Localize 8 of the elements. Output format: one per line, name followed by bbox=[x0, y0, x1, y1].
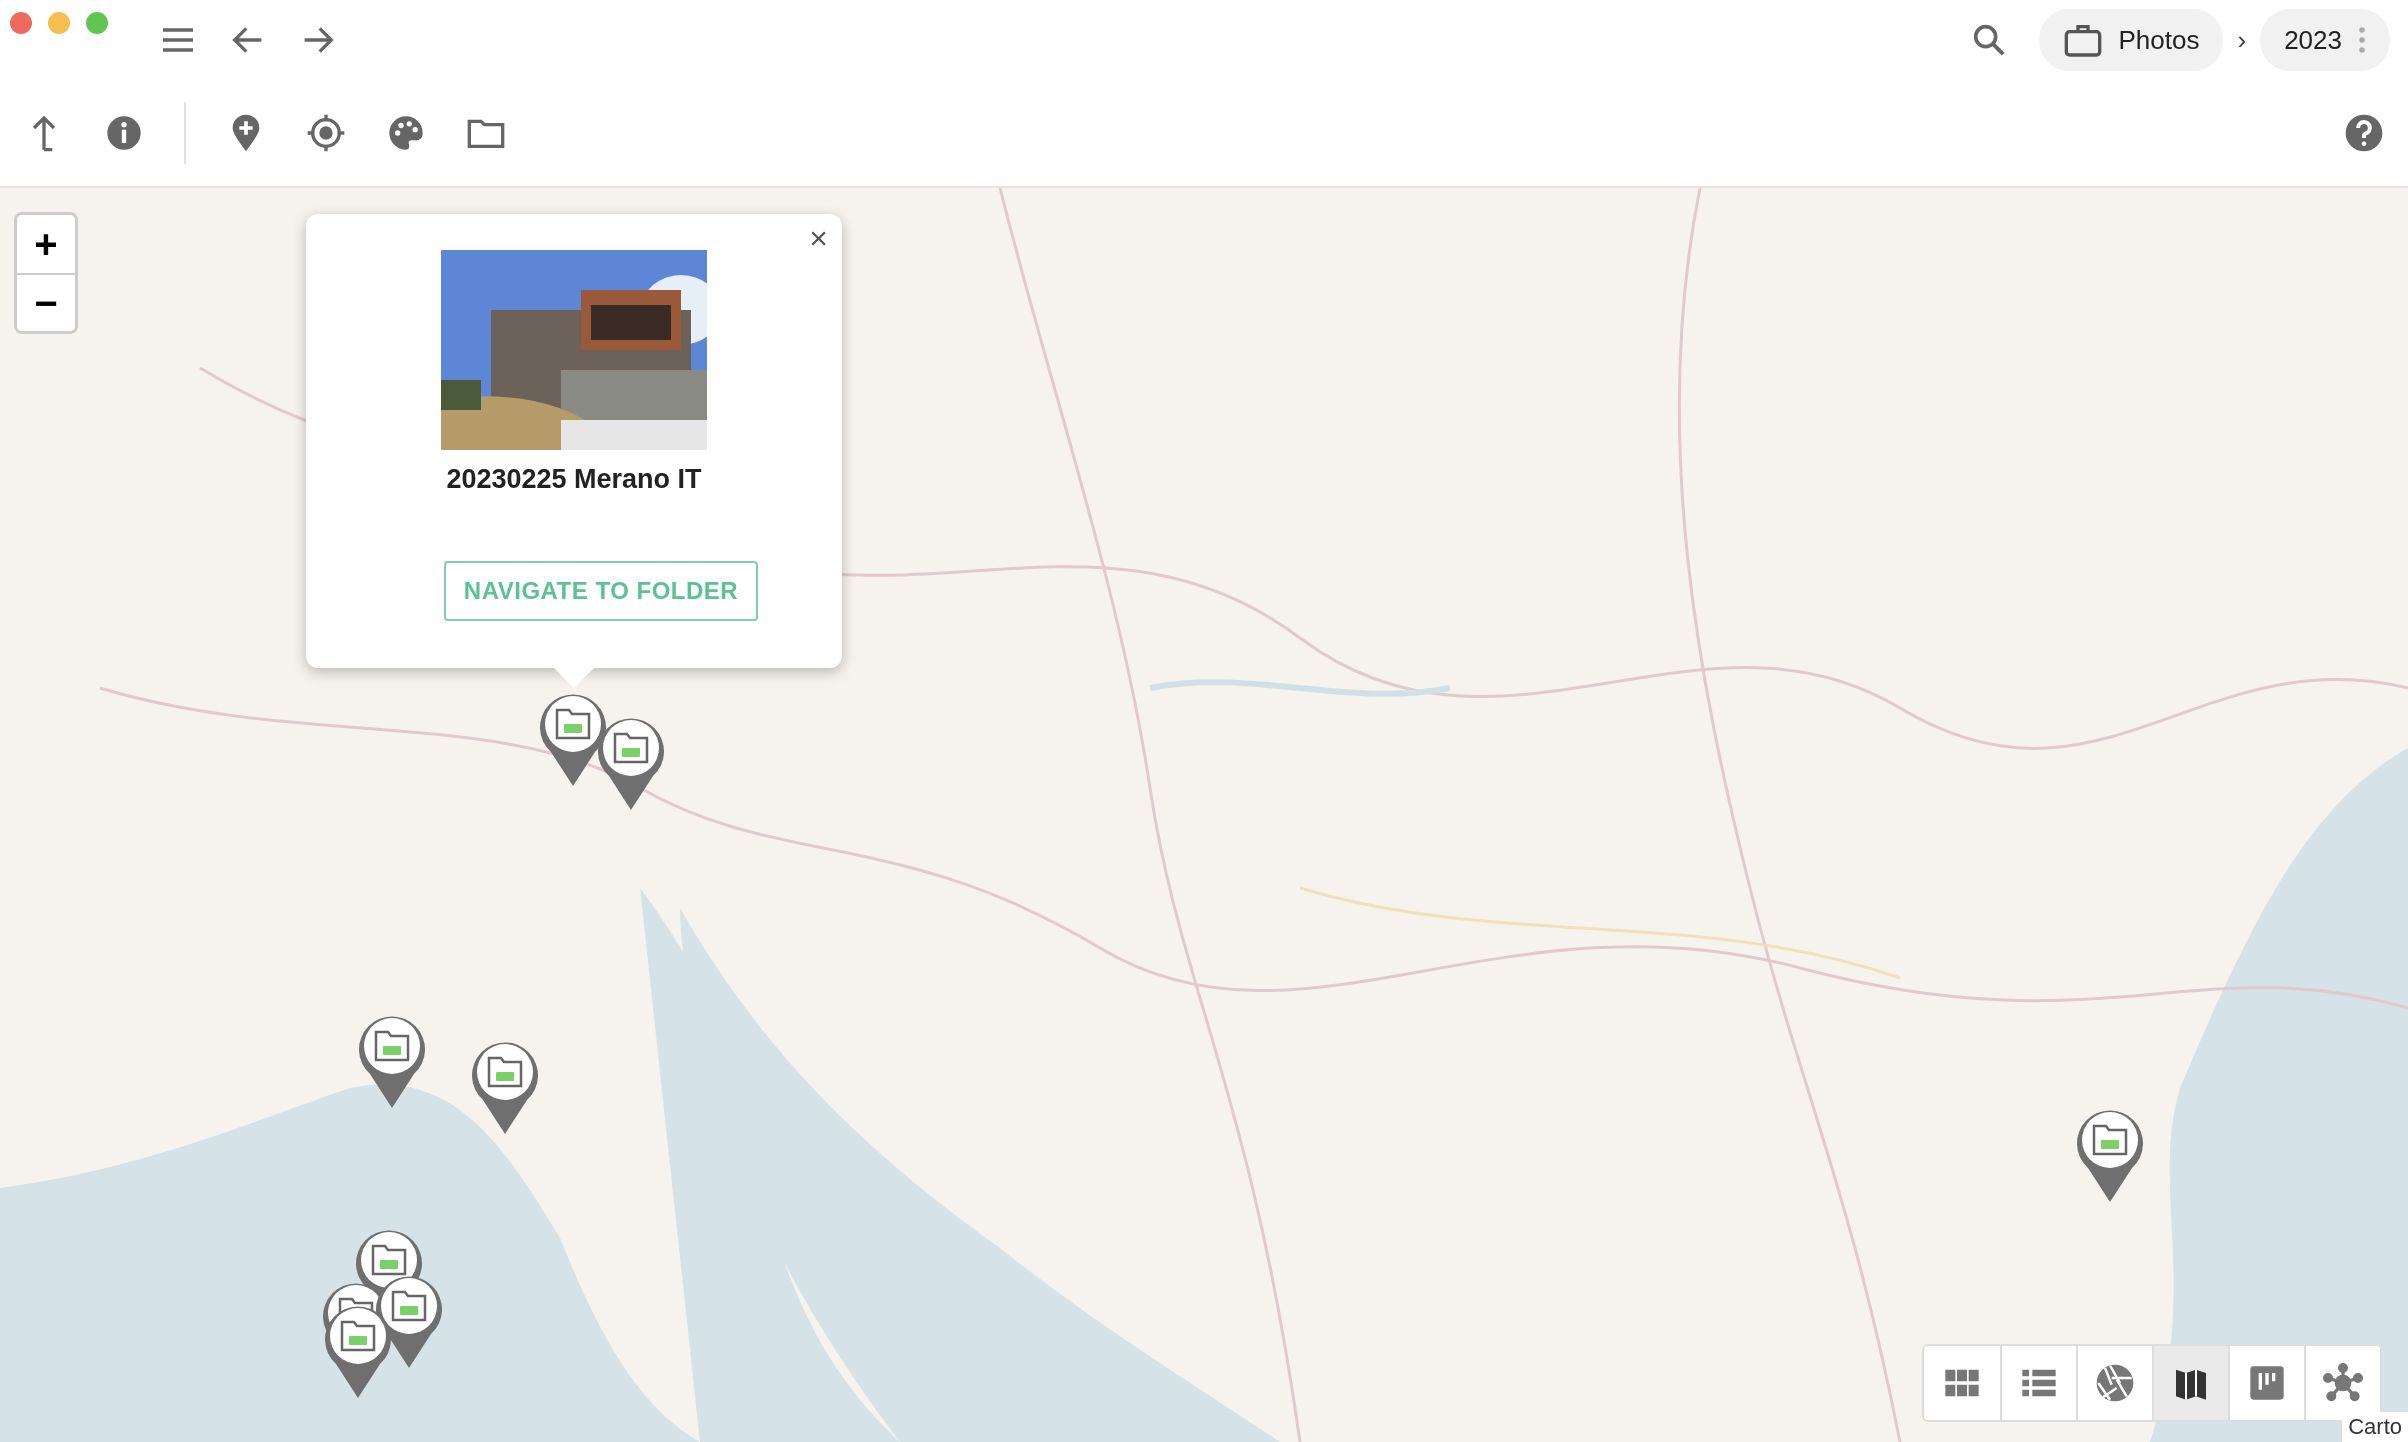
breadcrumb-chip[interactable]: 2023 bbox=[2260, 9, 2390, 71]
palette-icon[interactable] bbox=[386, 113, 426, 153]
breadcrumb-chip[interactable]: Photos bbox=[2038, 9, 2224, 71]
info-icon[interactable] bbox=[104, 113, 144, 153]
close-window-icon[interactable] bbox=[10, 12, 32, 34]
breadcrumb-separator: › bbox=[2237, 24, 2247, 56]
help-icon[interactable] bbox=[2344, 113, 2384, 153]
crosshair-icon[interactable] bbox=[306, 113, 346, 153]
